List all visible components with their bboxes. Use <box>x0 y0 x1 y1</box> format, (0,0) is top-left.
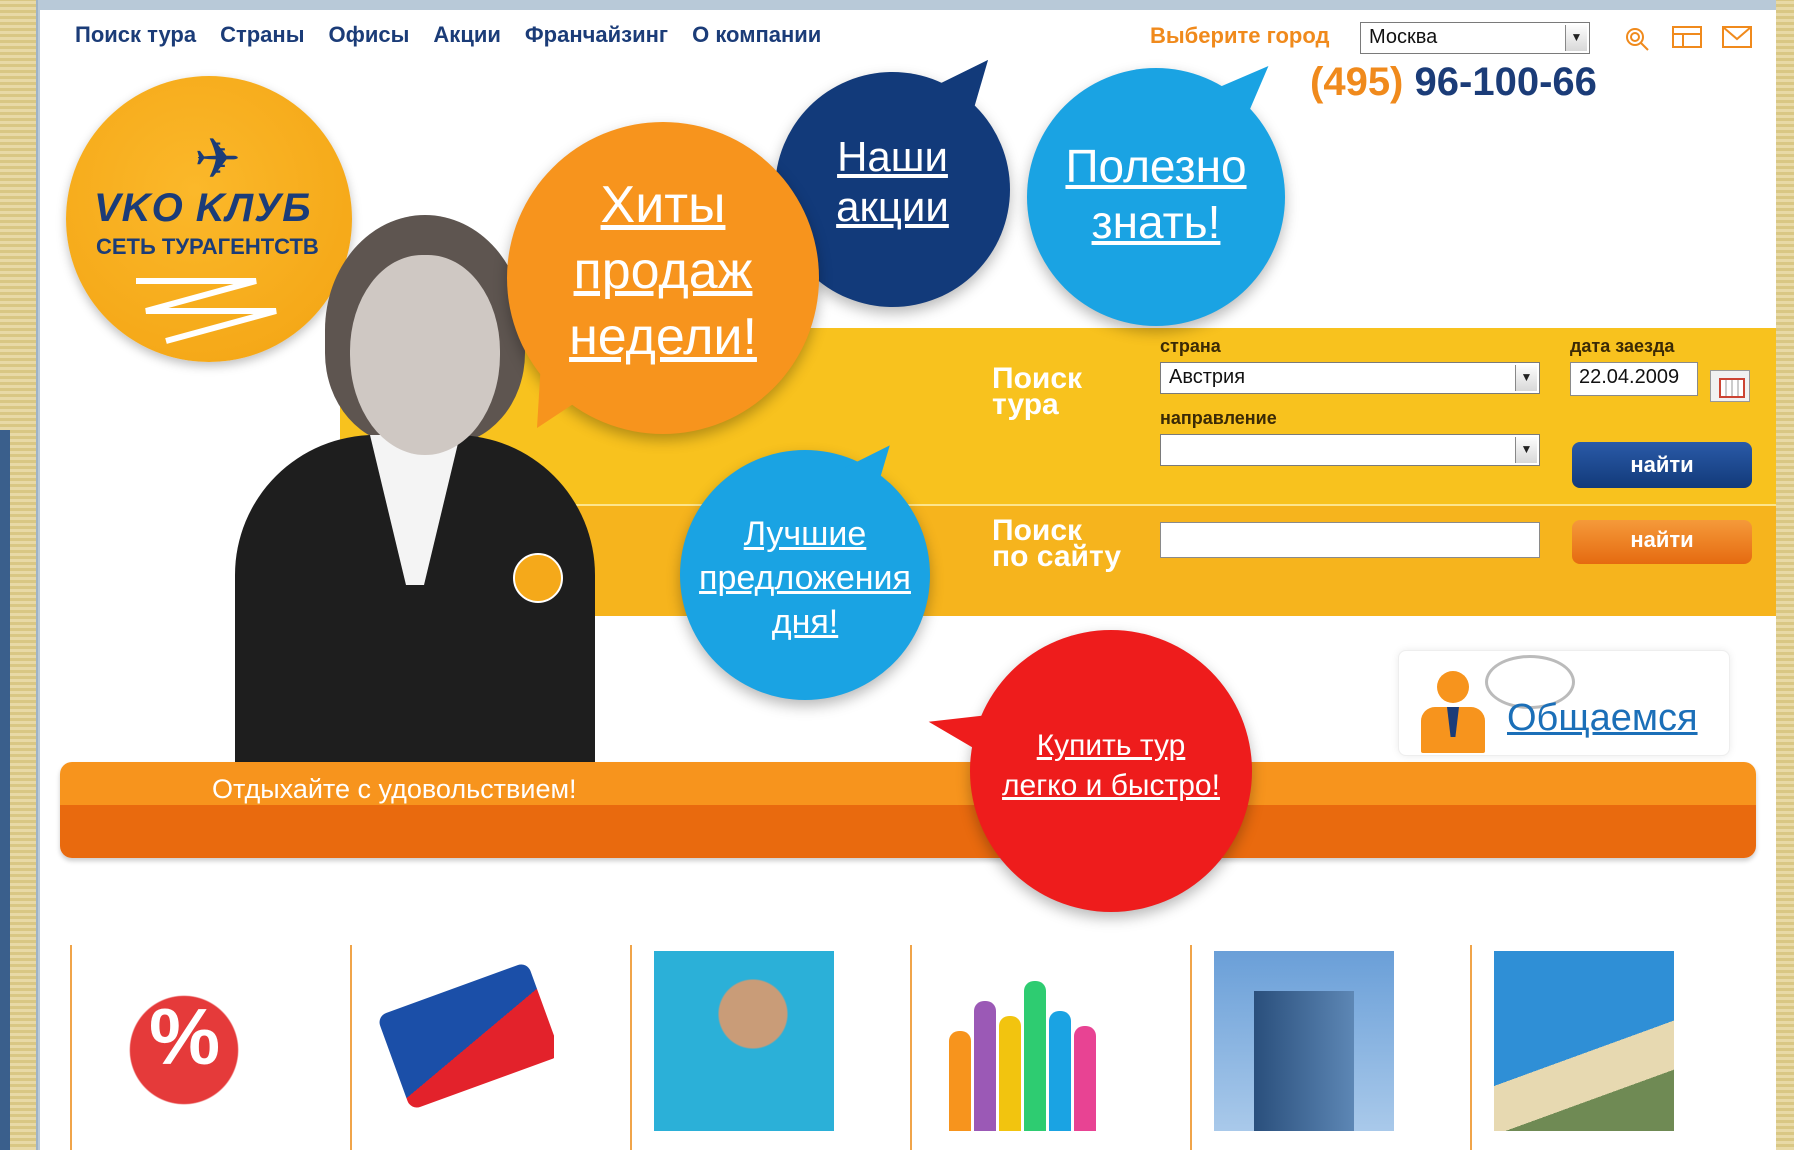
window-frame-right <box>1776 0 1794 1150</box>
logo-mark-icon: ✈ <box>194 127 241 190</box>
thumb-pool[interactable] <box>630 945 910 1150</box>
country-select[interactable]: Австрия ▼ <box>1160 362 1540 394</box>
bubble-weekly-hits[interactable]: Хиты продаж недели! <box>507 122 819 443</box>
bubble-best-offers[interactable]: Лучшие предложения дня! <box>680 432 930 700</box>
thumb-building[interactable] <box>1190 945 1470 1150</box>
site-find-button[interactable]: найти <box>1572 520 1752 564</box>
direction-select[interactable]: ▼ <box>1160 434 1540 466</box>
nav-franchising[interactable]: Франчайзинг <box>525 22 668 48</box>
city-select[interactable]: Москва ▼ <box>1360 22 1590 54</box>
city-select-value: Москва <box>1369 26 1438 48</box>
tour-find-button[interactable]: найти <box>1572 442 1752 488</box>
chevron-down-icon: ▼ <box>1515 365 1537 391</box>
bubble-buy-tour[interactable]: Купить тур легко и быстро! <box>924 630 1252 912</box>
chat-person-icon <box>1417 655 1575 753</box>
chat-label[interactable]: Общаемся <box>1507 697 1698 740</box>
date-input[interactable]: 22.04.2009 <box>1570 362 1698 396</box>
loyalty-card-image[interactable] <box>374 951 554 1131</box>
colorful-hands-image[interactable] <box>934 951 1114 1131</box>
thumb-hands[interactable] <box>910 945 1190 1150</box>
beach-image[interactable] <box>1494 951 1674 1131</box>
sitemap-icon[interactable] <box>1670 26 1704 52</box>
chat-widget[interactable]: Общаемся <box>1398 650 1730 756</box>
direction-label: направление <box>1160 408 1277 428</box>
slogan-banner: Отдыхайте с удовольствием! <box>60 762 1756 858</box>
page: Поиск тура Страны Офисы Акции Франчайзин… <box>40 10 1776 1150</box>
phone-code: (495) <box>1310 60 1404 104</box>
phone-number: (495) 96-100-66 <box>1310 60 1597 105</box>
country-select-value: Австрия <box>1169 366 1246 388</box>
nav-about[interactable]: О компании <box>692 22 821 48</box>
logo-badge-icon <box>513 553 563 603</box>
office-building-image[interactable] <box>1214 951 1394 1131</box>
country-label: страна <box>1160 336 1221 356</box>
nav-countries[interactable]: Страны <box>220 22 304 48</box>
tour-search-title: Поиск тура <box>992 362 1083 421</box>
thumb-discounts[interactable] <box>70 945 350 1150</box>
nav-offices[interactable]: Офисы <box>329 22 410 48</box>
search-icon[interactable] <box>1620 26 1654 52</box>
bubble-useful-info[interactable]: Полезно знать! <box>1027 50 1285 326</box>
nav-promotions[interactable]: Акции <box>433 22 500 48</box>
site-search-title: Поиск по сайту <box>992 514 1122 573</box>
thumbnail-row <box>70 945 1770 1150</box>
thumb-card[interactable] <box>350 945 630 1150</box>
site-search-input[interactable] <box>1160 522 1540 558</box>
window-frame-left <box>0 0 38 1150</box>
phone-digits: 96-100-66 <box>1414 60 1597 104</box>
mail-icon[interactable] <box>1720 26 1754 52</box>
date-label: дата заезда <box>1570 336 1675 356</box>
discount-cubes-image[interactable] <box>94 951 274 1131</box>
chevron-down-icon: ▼ <box>1515 437 1537 463</box>
swimming-woman-image[interactable] <box>654 951 834 1131</box>
chevron-down-icon: ▼ <box>1565 25 1587 51</box>
thumb-beach[interactable] <box>1470 945 1750 1150</box>
calendar-icon[interactable] <box>1710 370 1750 402</box>
slogan-text: Отдыхайте с удовольствием! <box>212 774 577 804</box>
nav-tour-search[interactable]: Поиск тура <box>75 22 196 48</box>
city-label: Выберите город <box>1150 23 1330 48</box>
top-nav: Поиск тура Страны Офисы Акции Франчайзин… <box>75 22 821 48</box>
